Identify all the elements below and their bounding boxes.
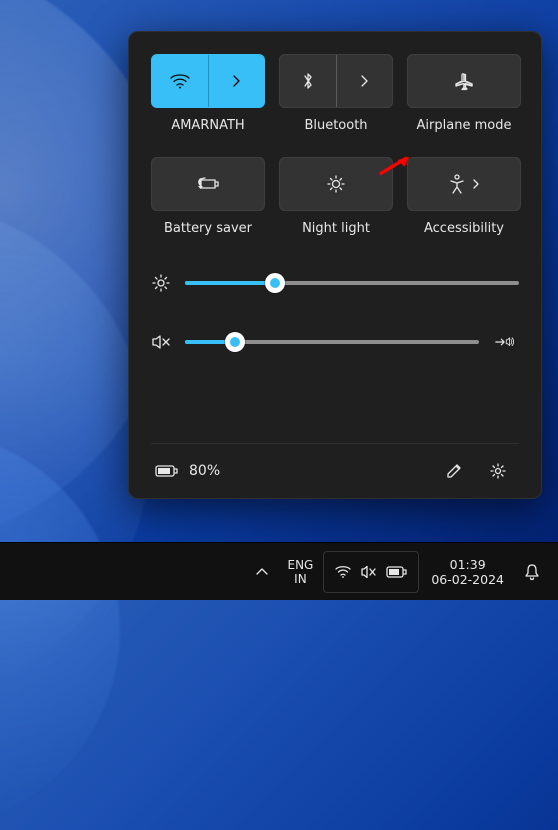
taskbar: ENG IN 01:39 06-02-2024 [0, 542, 558, 600]
wifi-icon [334, 565, 352, 579]
brightness-slider-row [151, 274, 519, 292]
volume-muted-icon [151, 334, 171, 350]
panel-footer: 80% [151, 443, 519, 498]
bluetooth-icon [301, 71, 315, 91]
bluetooth-label: Bluetooth [304, 118, 367, 133]
night-light-tile[interactable] [279, 157, 393, 211]
settings-button[interactable] [481, 456, 515, 486]
pencil-icon [445, 462, 463, 480]
accessibility-tile[interactable] [407, 157, 521, 211]
battery-percent: 80% [189, 463, 220, 479]
tray-overflow-button[interactable] [247, 551, 277, 593]
battery-saver-icon [195, 176, 221, 192]
brightness-slider[interactable] [185, 281, 519, 285]
bluetooth-tile[interactable] [279, 54, 393, 108]
wifi-label: AMARNATH [171, 118, 244, 133]
night-light-icon [326, 174, 346, 194]
battery-icon [386, 566, 408, 578]
clock[interactable]: 01:39 06-02-2024 [421, 551, 514, 593]
bell-icon [524, 563, 540, 581]
notifications-button[interactable] [516, 551, 548, 593]
clock-time: 01:39 [450, 557, 486, 572]
chevron-up-icon [255, 567, 269, 577]
accessibility-label: Accessibility [424, 221, 504, 236]
battery-icon [155, 464, 179, 478]
chevron-right-icon [231, 74, 241, 88]
battery-saver-tile[interactable] [151, 157, 265, 211]
quick-settings-panel: AMARNATH Bluetooth Airplane mode [128, 31, 542, 499]
battery-saver-label: Battery saver [164, 221, 252, 236]
brightness-icon [151, 274, 171, 292]
chevron-right-icon [472, 178, 480, 190]
volume-muted-icon [360, 565, 378, 579]
bluetooth-expand[interactable] [337, 55, 393, 107]
edit-quick-settings-button[interactable] [437, 456, 471, 486]
airplane-mode-tile[interactable] [407, 54, 521, 108]
wifi-icon [169, 72, 191, 90]
wifi-tile[interactable] [151, 54, 265, 108]
clock-date: 06-02-2024 [431, 572, 504, 587]
bluetooth-toggle[interactable] [280, 55, 337, 107]
volume-slider-row [151, 334, 519, 350]
chevron-right-icon [359, 74, 369, 88]
night-light-label: Night light [302, 221, 370, 236]
language-primary: ENG [287, 558, 313, 572]
gear-icon [489, 462, 507, 480]
airplane-icon [453, 71, 475, 91]
system-tray[interactable] [323, 551, 419, 593]
audio-output-expand[interactable] [493, 334, 519, 350]
wifi-expand[interactable] [209, 55, 265, 107]
language-indicator[interactable]: ENG IN [279, 551, 321, 593]
language-secondary: IN [294, 572, 307, 586]
volume-slider[interactable] [185, 340, 479, 344]
accessibility-icon [448, 174, 466, 194]
airplane-mode-label: Airplane mode [417, 118, 512, 133]
quick-settings-grid: AMARNATH Bluetooth Airplane mode [151, 54, 519, 133]
wifi-toggle[interactable] [152, 55, 209, 107]
quick-settings-grid-2: Battery saver Night light Accessibility [151, 157, 519, 236]
